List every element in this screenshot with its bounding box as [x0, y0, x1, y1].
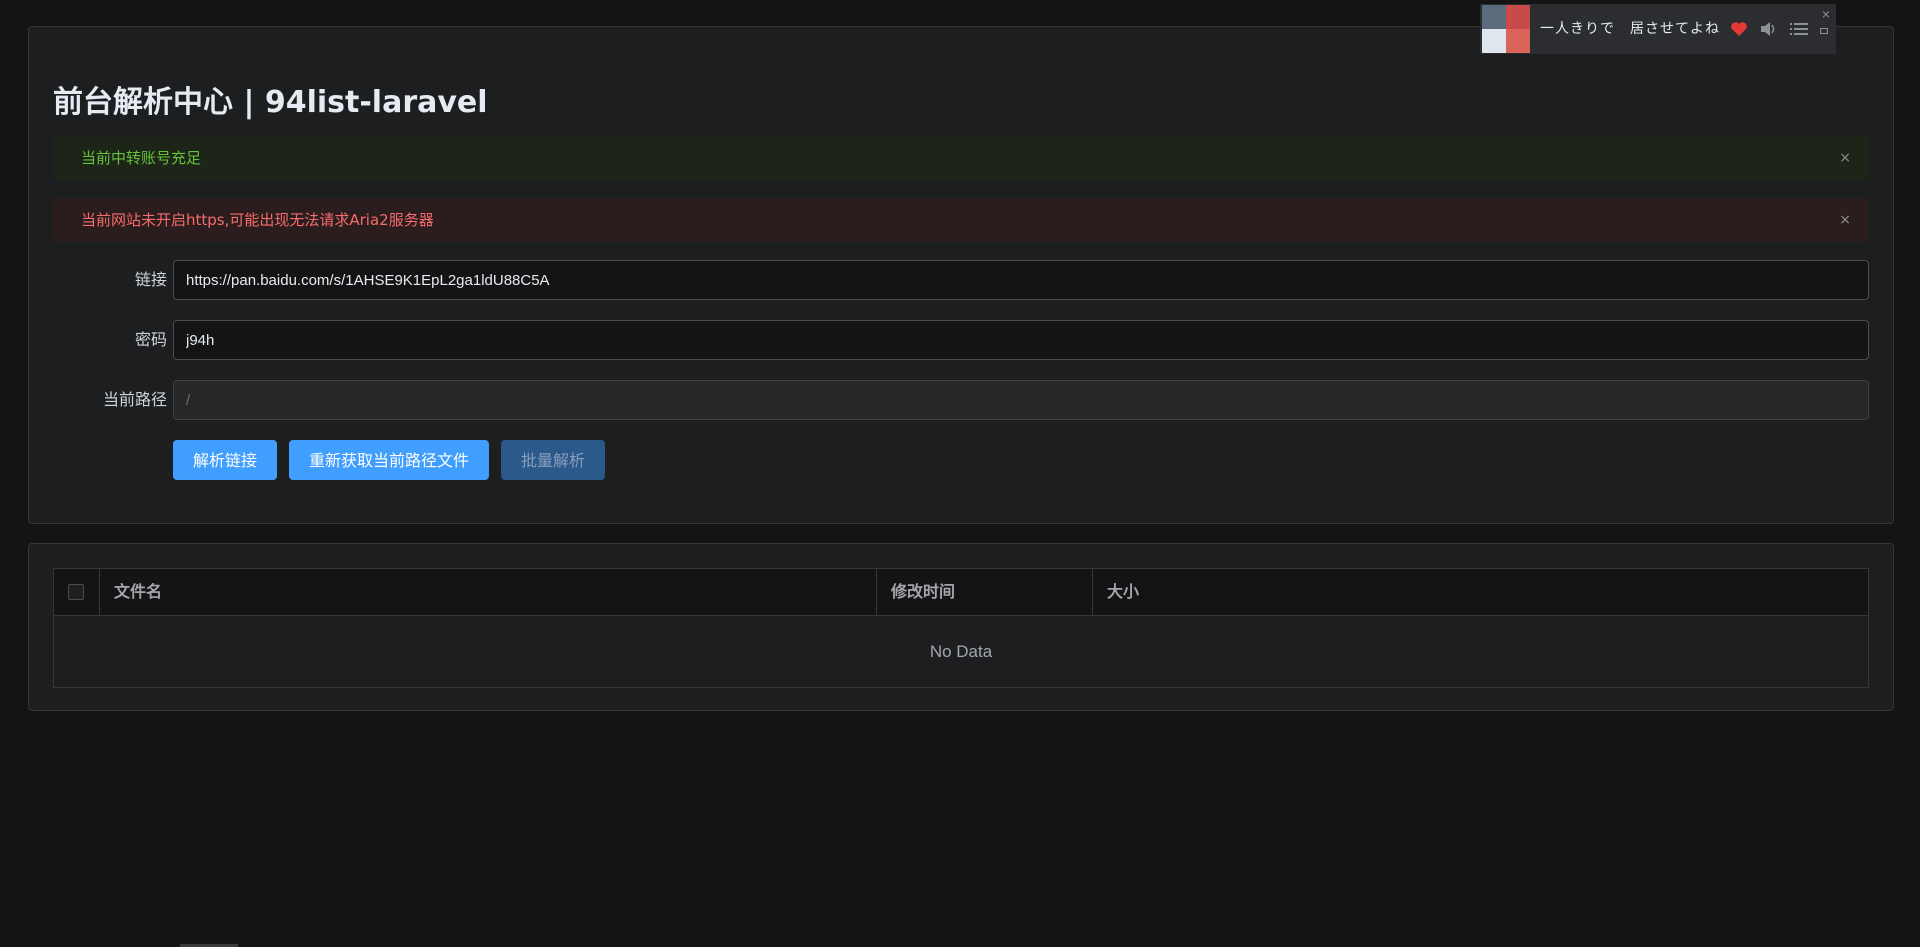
alert-success-text: 当前中转账号充足 — [81, 149, 202, 167]
path-label: 当前路径 — [102, 390, 167, 409]
file-table: 文件名 修改时间 大小 No Data — [53, 568, 1869, 688]
close-icon[interactable]: × — [1839, 198, 1851, 242]
form-row-path: 当前路径 — [53, 380, 1869, 420]
action-buttons: 解析链接 重新获取当前路径文件 批量解析 — [173, 440, 617, 480]
file-list-panel: 文件名 修改时间 大小 No Data — [28, 543, 1894, 711]
alert-error-text: 当前网站未开启https,可能出现无法请求Aria2服务器 — [81, 211, 434, 229]
select-all-cell — [54, 569, 100, 615]
playlist-icon[interactable] — [1790, 21, 1808, 42]
path-input — [173, 380, 1869, 420]
link-input[interactable] — [173, 260, 1869, 300]
page-title: 前台解析中心 | 94list-laravel — [53, 85, 488, 120]
form-row-password: 密码 — [53, 320, 1869, 360]
song-title: 一人きりで 居させてよね — [1540, 21, 1720, 37]
volume-icon[interactable] — [1760, 21, 1778, 42]
alert-error: 当前网站未开启https,可能出现无法请求Aria2服务器 × — [53, 198, 1869, 242]
table-empty-text: No Data — [54, 616, 1868, 687]
column-header-name[interactable]: 文件名 — [100, 569, 877, 615]
close-icon[interactable]: × — [1822, 6, 1830, 22]
refresh-path-button[interactable]: 重新获取当前路径文件 — [289, 440, 490, 480]
column-header-size[interactable]: 大小 — [1093, 569, 1868, 615]
alert-success: 当前中转账号充足 × — [53, 136, 1869, 180]
form-row-link: 链接 — [53, 260, 1869, 300]
parse-link-button[interactable]: 解析链接 — [173, 440, 278, 480]
batch-parse-button: 批量解析 — [501, 440, 606, 480]
parse-panel: 前台解析中心 | 94list-laravel 当前中转账号充足 × 当前网站未… — [28, 26, 1894, 524]
minimize-icon[interactable] — [1820, 28, 1828, 34]
music-player: 一人きりで 居させてよね × — [1480, 4, 1836, 54]
table-header: 文件名 修改时间 大小 — [54, 569, 1868, 616]
password-label: 密码 — [134, 330, 167, 349]
album-cover[interactable] — [1482, 5, 1530, 53]
link-label: 链接 — [134, 270, 167, 289]
heart-icon[interactable] — [1730, 21, 1748, 42]
column-header-modified[interactable]: 修改时间 — [877, 569, 1093, 615]
select-all-checkbox[interactable] — [68, 584, 84, 600]
close-icon[interactable]: × — [1839, 136, 1851, 180]
password-input[interactable] — [173, 320, 1869, 360]
